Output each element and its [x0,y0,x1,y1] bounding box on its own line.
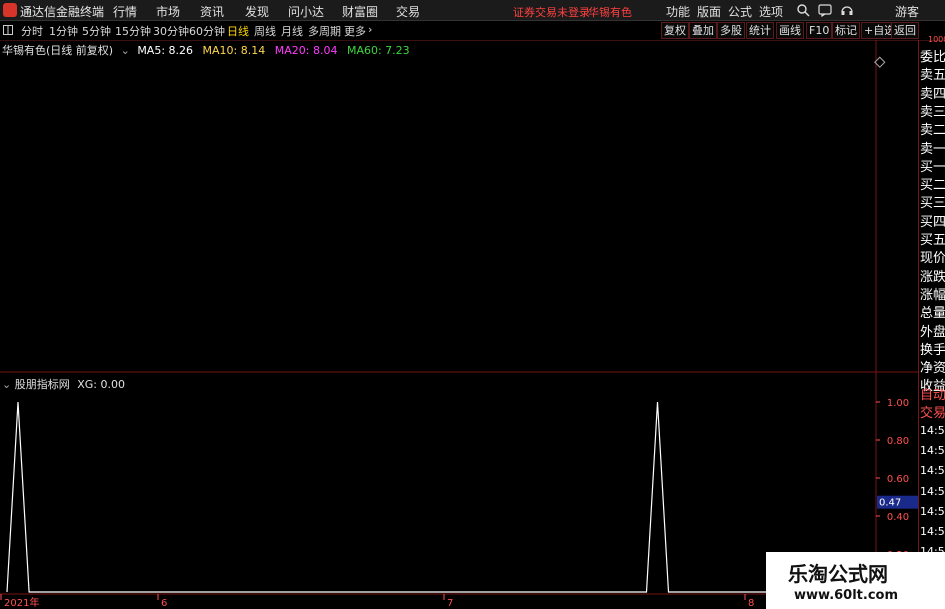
side-label-2: 卖四 [920,86,945,102]
period-toolbar: 分时 1分钟 5分钟 15分钟 30分钟 60分钟 日线 周线 月线 多周期 更… [0,21,945,41]
tick-time-5: 14:56 [920,525,945,538]
tick-time-3: 14:56 [920,484,945,498]
indicator-dropdown-icon[interactable]: ⌄ [2,378,11,391]
message-icon[interactable] [818,3,832,17]
multi-stock-button[interactable]: 多股 [717,22,745,39]
side-label-14: 总量 [920,306,945,322]
menu-market-quotes[interactable]: 行情 [113,3,137,20]
tick-time-1: 14:56 [920,444,945,458]
stats-button[interactable]: 统计 [746,22,774,39]
search-icon[interactable] [796,3,810,17]
side-label-1: 卖五 [920,68,945,84]
side-label-6: 买一 [920,159,945,175]
period-more[interactable]: 更多 [344,23,366,39]
headset-icon[interactable] [840,3,854,17]
side-label-4: 卖二 [920,123,945,139]
side-label-15: 外盘 [920,324,945,340]
tick-time-2: 14:56 [920,464,945,478]
app-logo-icon [3,3,17,17]
side-top-value: 1000 [928,35,945,44]
menu-wealth-circle[interactable]: 财富圈 [342,3,378,20]
side-label-0: 委比 [920,50,945,65]
menu-bar: 通达信金融终端 行情 市场 资讯 发现 问小达 财富圈 交易 证券交易未登录 华… [0,0,945,21]
tick-time-4: 14:56 [920,504,945,518]
side-label-3: 卖三 [920,104,945,120]
chevron-right-icon[interactable]: › [368,23,372,36]
mark-button[interactable]: 标记 [832,22,860,39]
period-monthly[interactable]: 月线 [281,23,303,39]
side-label-17: 净资 [920,361,945,377]
sub-ytick-label: 0.80 [887,436,909,447]
period-daily[interactable]: 日线 [227,23,249,39]
indicator-header: ⌄ 股朋指标网 XG: 0.00 [2,376,125,392]
indicator-name: 股朋指标网 [14,378,70,391]
period-multi[interactable]: 多周期 [308,23,341,39]
watermark-title: 乐淘公式网 [788,562,888,586]
overlay-button[interactable]: 叠加 [689,22,717,39]
side-trade-label-0[interactable]: 自动 [920,384,945,403]
side-label-8: 买三 [920,196,945,212]
side-label-13: 涨幅 [920,287,945,303]
watermark: 乐淘公式网 www.60lt.com [766,552,945,609]
fq-button[interactable]: 复权 [661,22,689,39]
sub-ytick-label: 0.60 [887,474,909,485]
f10-button[interactable]: F10 [806,22,833,39]
period-weekly[interactable]: 周线 [254,23,276,39]
menu-layout[interactable]: 版面 [697,3,721,20]
menu-news[interactable]: 资讯 [200,3,224,20]
period-60min[interactable]: 60分钟 [189,23,225,39]
period-5min[interactable]: 5分钟 [82,23,111,39]
side-label-10: 买五 [920,233,945,248]
kline-chart[interactable]: 8.508.258.007.757.507.257.006.756.501.00… [0,40,918,609]
menu-functions[interactable]: 功能 [666,3,690,20]
menu-formula[interactable]: 公式 [728,3,752,20]
xg-value: XG: 0.00 [77,378,125,391]
period-1min[interactable]: 1分钟 [49,23,78,39]
menu-discover[interactable]: 发现 [245,3,269,20]
current-stock-name: 华锡有色 [588,6,632,19]
period-intraday[interactable]: 分时 [21,23,43,39]
side-trade-label-1[interactable]: 交易 [920,402,945,421]
guest-user[interactable]: 游客 [895,3,919,20]
side-label-7: 买二 [920,178,945,194]
side-label-16: 换手 [920,342,945,358]
app-title: 通达信金融终端 [20,5,105,19]
sub-ytick-label: 0.40 [887,512,909,523]
side-divider [918,40,919,609]
side-label-12: 涨跌 [920,269,945,285]
menu-options[interactable]: 选项 [759,3,783,20]
back-button[interactable]: 返回 [891,22,919,39]
period-30min[interactable]: 30分钟 [153,23,189,39]
watermark-url: www.60lt.com [794,588,899,603]
xg-signal-line [6,401,867,593]
side-label-11: 现价 [920,251,945,267]
sub-ytick-label: 1.00 [887,398,909,409]
draw-line-button[interactable]: 画线 [776,22,804,39]
side-label-9: 买四 [920,214,945,230]
x-tick-label: 6 [161,598,167,609]
grid-icon[interactable] [3,25,13,35]
menu-ask-xiaoda[interactable]: 问小达 [288,3,324,20]
period-15min[interactable]: 15分钟 [115,23,151,39]
x-tick-label: 2021年 [4,596,39,609]
tick-time-0: 14:56 [920,424,945,437]
trade-login-warning[interactable]: 证券交易未登录 [513,4,590,20]
x-tick-label: 8 [748,598,754,609]
x-tick-label: 7 [447,598,453,609]
side-label-5: 卖一 [920,141,945,157]
current-value-label: 0.47 [879,498,901,509]
menu-trade[interactable]: 交易 [396,3,420,20]
menu-market[interactable]: 市场 [156,3,180,20]
